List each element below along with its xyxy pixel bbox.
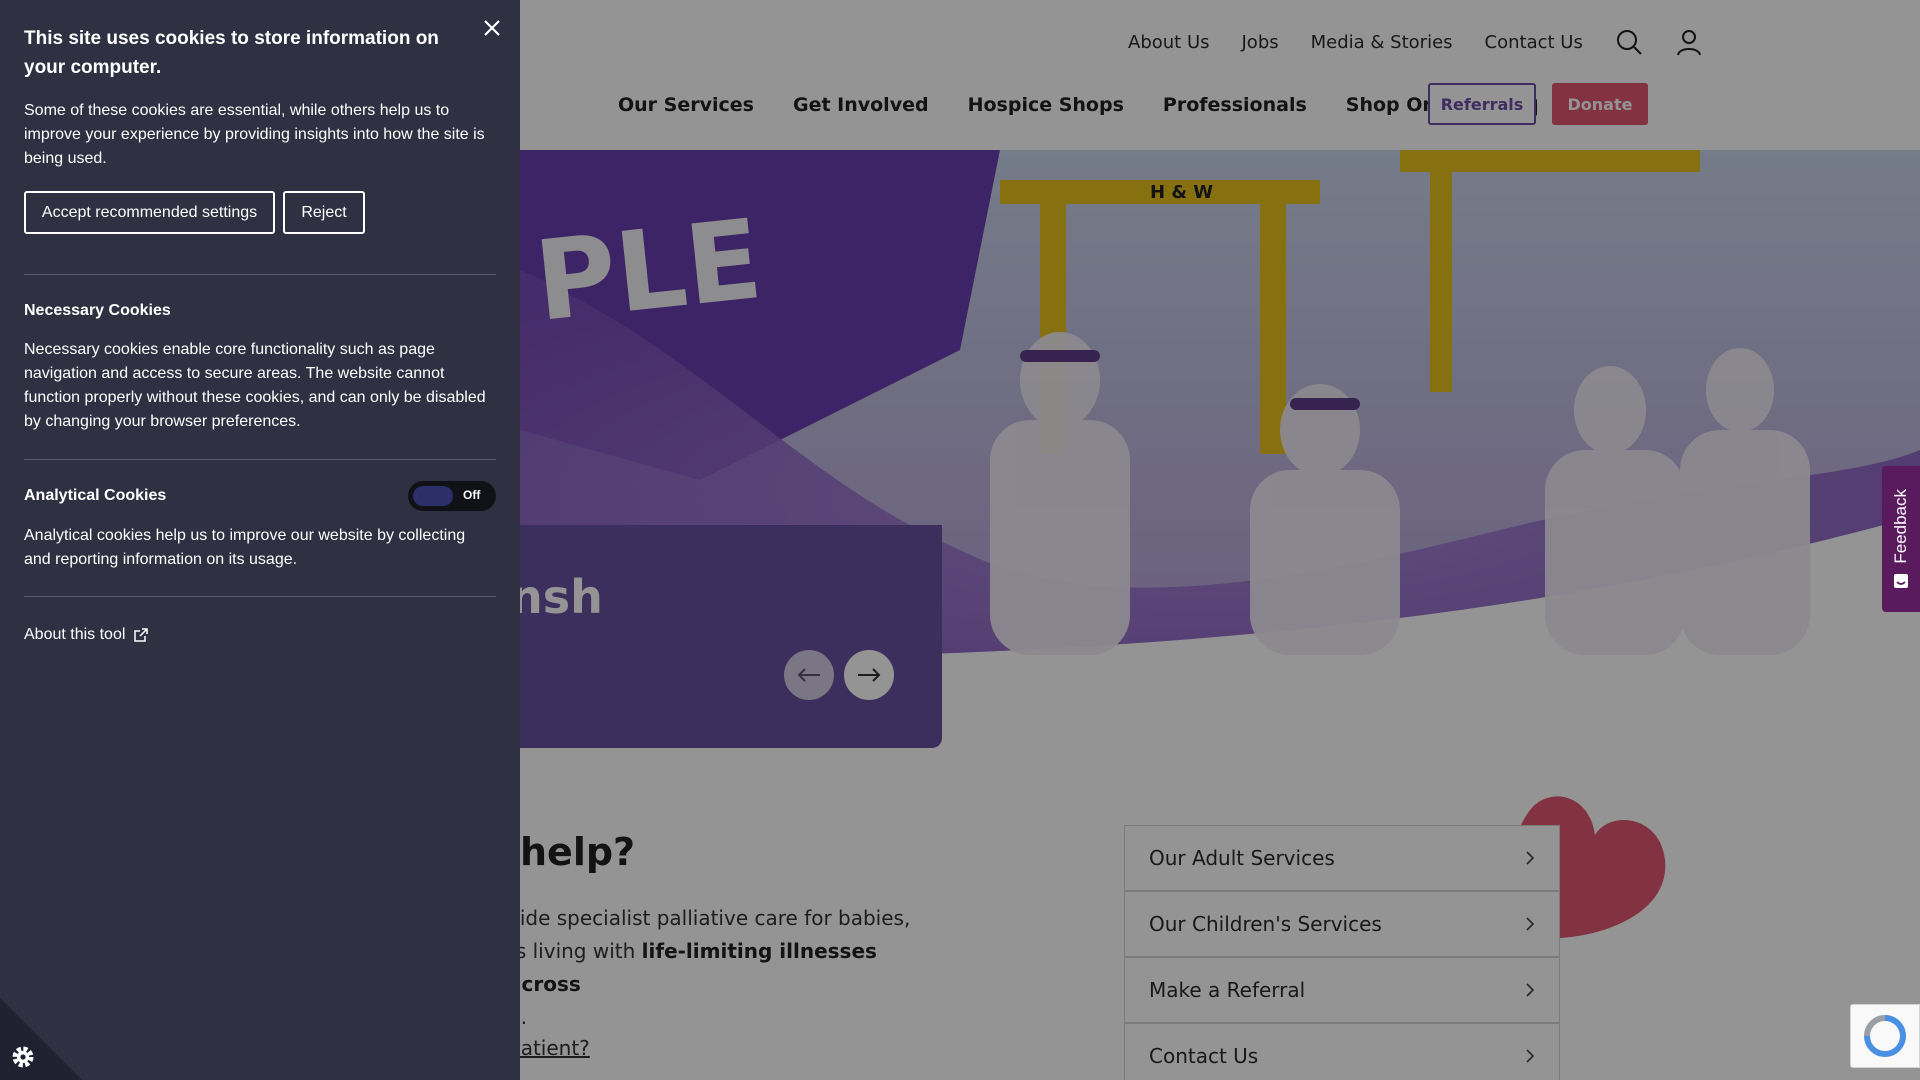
cookie-title: This site uses cookies to store informat…: [24, 28, 439, 78]
necessary-heading: Necessary Cookies: [24, 302, 171, 319]
feedback-label: Feedback: [1891, 488, 1910, 564]
feedback-tab[interactable]: Feedback: [1882, 466, 1920, 612]
recaptcha-icon: [1864, 1015, 1906, 1057]
divider: [24, 274, 496, 275]
external-link-icon: [134, 628, 149, 642]
analytical-toggle[interactable]: Off: [408, 481, 496, 511]
divider: [24, 596, 496, 597]
about-tool-label: About this tool: [24, 626, 126, 643]
toggle-state: Off: [463, 488, 481, 502]
close-icon[interactable]: [480, 16, 504, 40]
cookie-settings-button[interactable]: [0, 998, 82, 1080]
necessary-text: Necessary cookies enable core functional…: [24, 341, 486, 430]
analytical-heading: Analytical Cookies: [24, 487, 167, 504]
divider: [24, 459, 496, 460]
accept-recommended-button[interactable]: Accept recommended settings: [24, 191, 275, 234]
feedback-icon: [1894, 574, 1908, 589]
about-tool-link[interactable]: About this tool: [24, 626, 149, 644]
analytical-text: Analytical cookies help us to improve ou…: [24, 527, 466, 568]
recaptcha-badge[interactable]: [1850, 1004, 1920, 1068]
reject-button[interactable]: Reject: [283, 191, 365, 234]
cookie-intro: Some of these cookies are essential, whi…: [24, 102, 485, 167]
cookie-panel: This site uses cookies to store informat…: [0, 0, 520, 1080]
toggle-knob: [413, 486, 453, 506]
